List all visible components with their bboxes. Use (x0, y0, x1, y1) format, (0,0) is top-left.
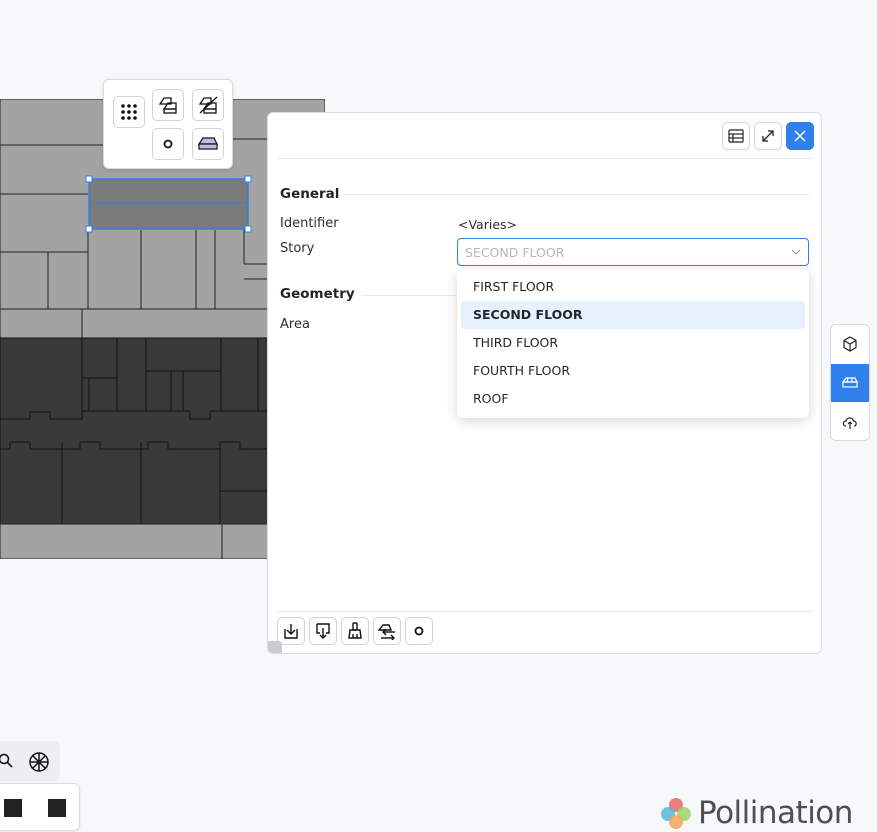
general-section-title: General (280, 186, 340, 202)
story-option-fourth-floor[interactable]: FOURTH FLOOR (461, 357, 805, 385)
panel-resize-handle[interactable] (268, 641, 282, 653)
circle-action-button[interactable] (405, 617, 433, 645)
story-option-third-floor[interactable]: THIRD FLOOR (461, 329, 805, 357)
story-option-first-floor[interactable]: FIRST FLOOR (461, 273, 805, 301)
circle-icon (163, 139, 173, 149)
rooms-view-button[interactable] (831, 364, 869, 402)
story-select-value: SECOND FLOOR (465, 245, 565, 260)
brush-icon (348, 622, 362, 639)
room-tools-popup (103, 79, 233, 169)
model-view-button[interactable] (831, 325, 869, 363)
identifier-label: Identifier (280, 216, 339, 231)
room-delete-icon (198, 96, 218, 114)
room-delete-button[interactable] (192, 89, 224, 121)
square-button-2[interactable] (47, 798, 67, 818)
cube-icon (843, 336, 857, 352)
import-icon (284, 624, 298, 639)
export-button[interactable] (309, 617, 337, 645)
room-stack-button[interactable] (152, 89, 184, 121)
geometry-section-title: Geometry (280, 286, 355, 302)
table-view-button[interactable] (722, 122, 750, 150)
cloud-upload-button[interactable] (831, 403, 869, 440)
wheel-icon (29, 752, 49, 772)
expand-icon (762, 130, 774, 142)
square-button-1[interactable] (3, 798, 23, 818)
layer-tools-bar (0, 783, 80, 831)
wheel-button[interactable] (27, 750, 51, 774)
chevron-down-icon (791, 249, 801, 255)
search-icon (0, 753, 13, 768)
footer-divider (277, 611, 812, 612)
story-select[interactable]: SECOND FLOOR (457, 238, 809, 266)
general-section-divider (344, 194, 809, 195)
story-label: Story (280, 241, 315, 256)
cloud-upload-icon (842, 417, 857, 429)
search-button[interactable] (0, 750, 16, 772)
story-option-roof[interactable]: ROOF (461, 385, 805, 413)
header-divider (277, 158, 812, 159)
grid-dots-button[interactable] (113, 96, 145, 128)
expand-button[interactable] (754, 122, 782, 150)
transfer-icon (377, 624, 395, 640)
close-icon (794, 130, 806, 142)
square-icon (48, 799, 66, 817)
transfer-button[interactable] (373, 617, 401, 645)
pollination-logo-icon (661, 798, 691, 829)
room-stack-icon (158, 97, 177, 114)
pollination-logo: Pollination (658, 793, 853, 832)
roof-button[interactable] (192, 128, 224, 160)
circle-button[interactable] (152, 128, 184, 160)
close-button[interactable] (786, 122, 814, 150)
story-dropdown-menu: FIRST FLOOR SECOND FLOOR THIRD FLOOR FOU… (457, 269, 809, 418)
brush-button[interactable] (341, 617, 369, 645)
pollination-logo-text: Pollination (698, 795, 853, 831)
view-tools-bar (0, 741, 60, 781)
square-icon (4, 799, 22, 817)
roof-icon (197, 137, 218, 150)
grid-dots-icon (121, 104, 137, 120)
area-label: Area (280, 317, 310, 332)
export-icon (316, 623, 330, 639)
circle-icon (414, 626, 424, 636)
identifier-value: <Varies> (458, 217, 518, 232)
table-icon (728, 129, 744, 143)
room-icon (841, 377, 858, 388)
import-button[interactable] (277, 617, 305, 645)
story-option-second-floor[interactable]: SECOND FLOOR (461, 301, 805, 329)
right-toolbar (830, 324, 870, 441)
